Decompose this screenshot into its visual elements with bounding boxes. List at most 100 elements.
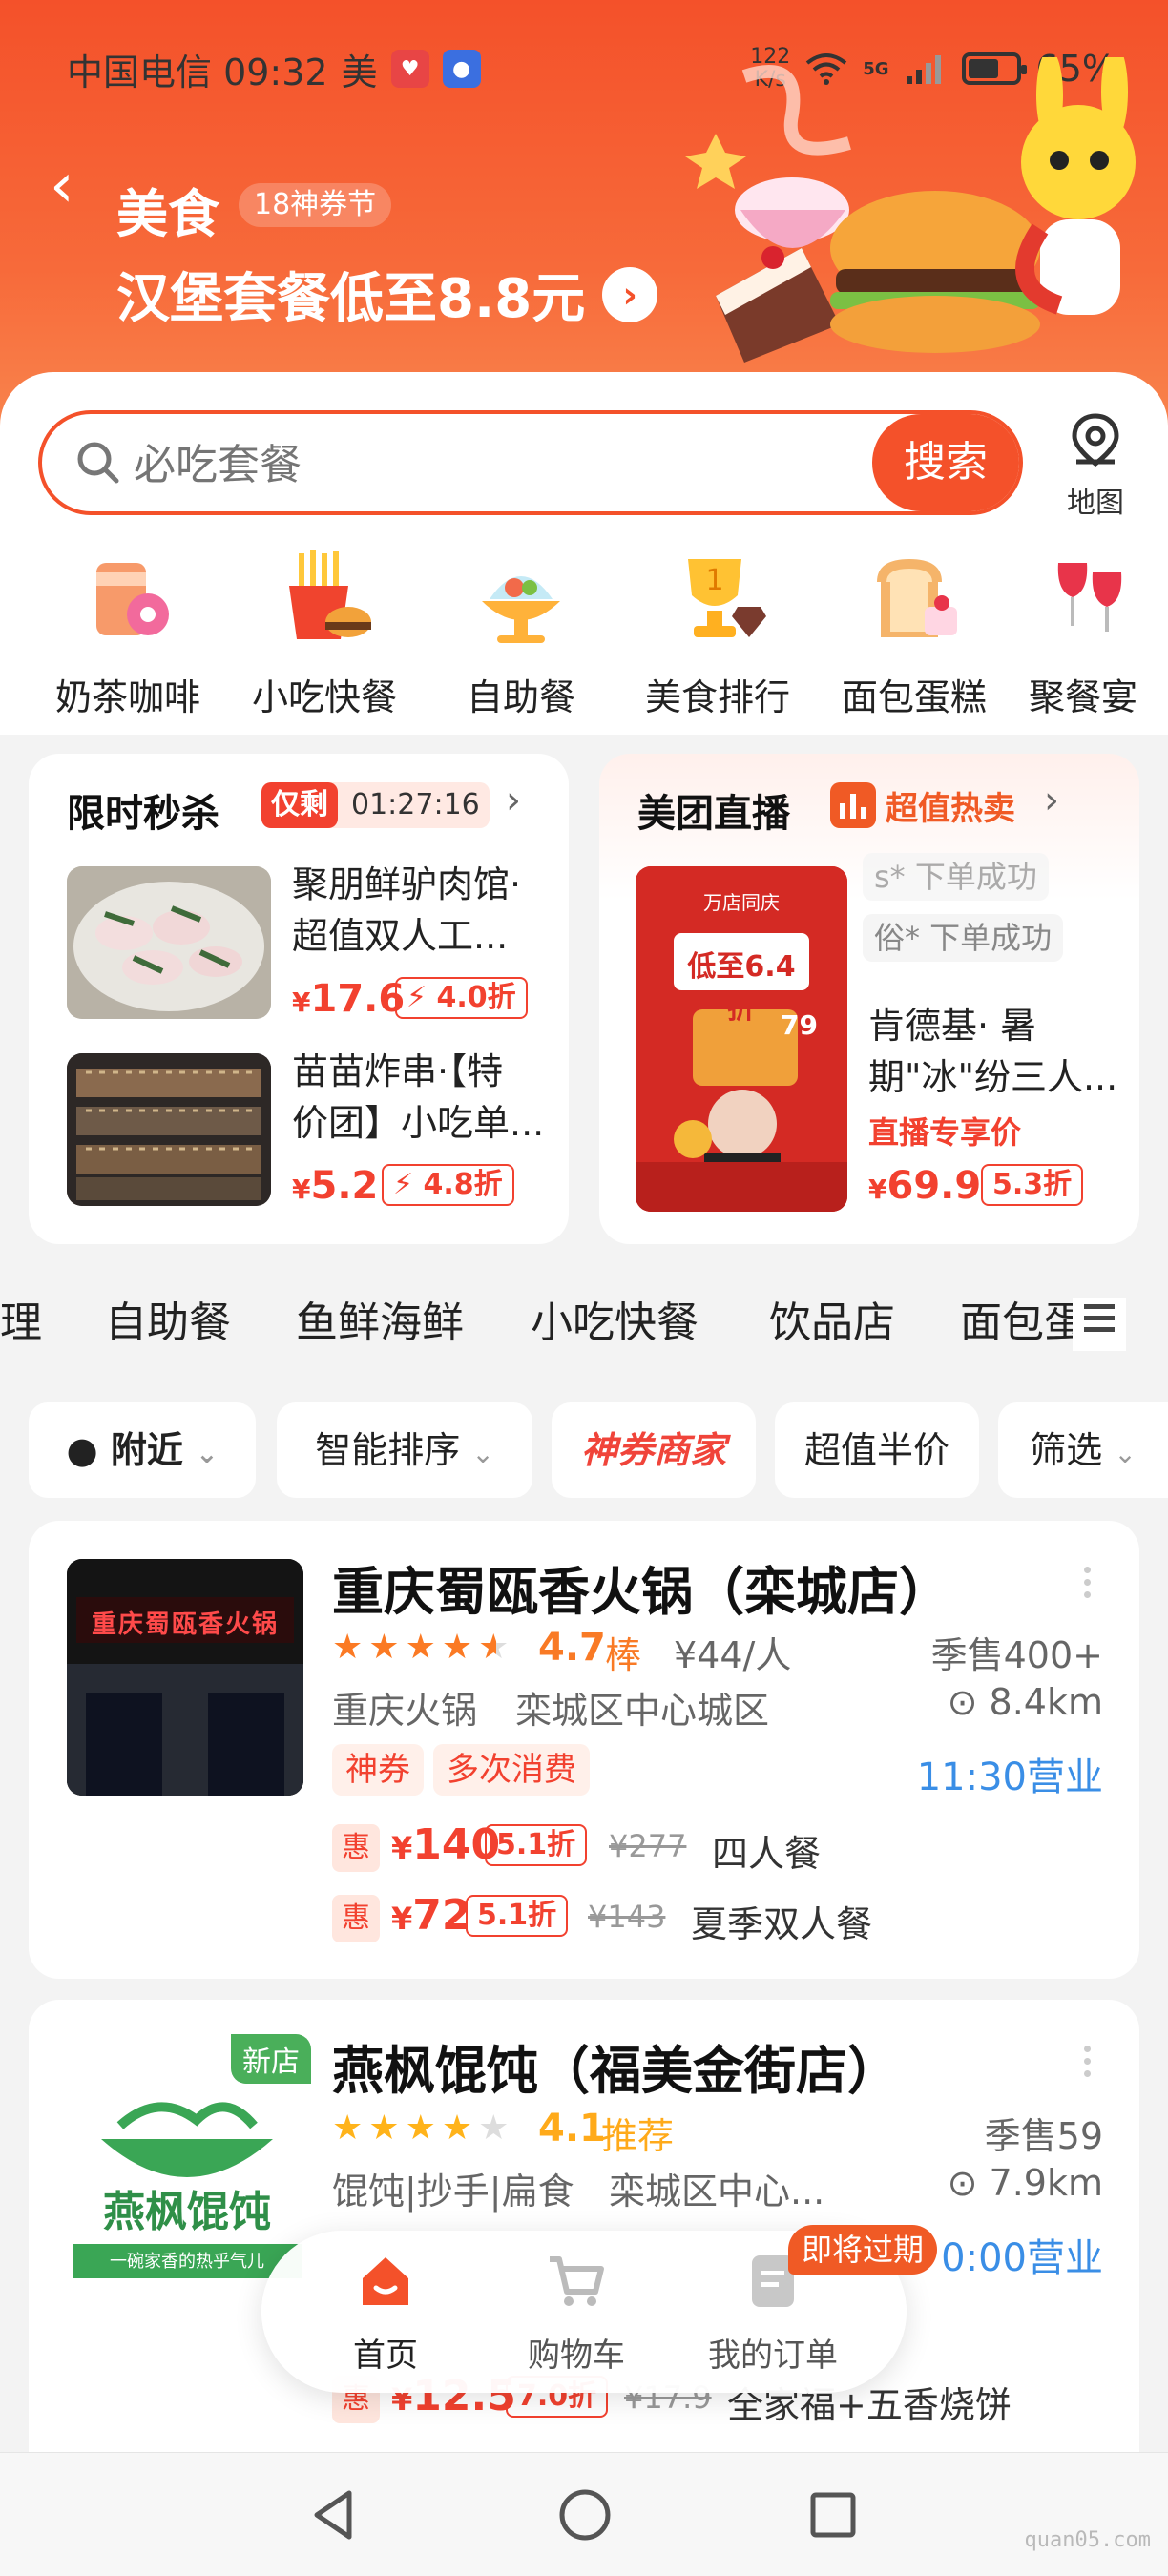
deal-discount: 5.1折 <box>466 1895 569 1937</box>
live-stream-card[interactable]: 美团直播 超值热卖 › 万店同庆 低至6.4折 79 s* 下单成功 俗* 下单… <box>599 754 1139 1244</box>
map-pin-icon <box>1072 413 1119 467</box>
cuisine-type: 重庆火锅 <box>332 1690 478 1732</box>
category-group-dining[interactable]: 聚餐宴 <box>1015 544 1168 720</box>
multi-use-label: 多次消费 <box>433 1744 590 1796</box>
category-label: 小吃快餐 <box>251 676 397 718</box>
menu-icon[interactable] <box>1073 1298 1126 1351</box>
distance: ⊙ 7.9km <box>947 2162 1103 2204</box>
live-title: 美团直播 <box>637 792 790 836</box>
original-price: ¥277 <box>609 1828 687 1864</box>
nav-home-icon[interactable] <box>552 2482 618 2548</box>
heart-app-icon: ♥ <box>390 50 429 88</box>
filter-sort[interactable]: 智能排序 ⌄ <box>277 1402 532 1498</box>
flash-sale-card[interactable]: 限时秒杀 仅剩 01:27:16 › 聚朋鲜驴肉馆· 超值双人工... ¥17.… <box>29 754 569 1244</box>
deal-price: ¥5.2 <box>292 1164 379 1208</box>
burger-mascot-illustration <box>685 57 1136 363</box>
home-icon <box>363 2257 408 2305</box>
opening-hours: 11:30营业 <box>916 1755 1103 1799</box>
shop-photo[interactable]: 重庆蜀瓯香火锅 <box>67 1559 303 1796</box>
poster-price: 79 <box>781 1009 818 1041</box>
tab-seafood[interactable]: 鱼鲜海鲜 <box>296 1288 464 1349</box>
promo-banner-link[interactable]: 汉堡套餐低至8.8元 › <box>116 256 658 333</box>
star-icon: ★ <box>441 2109 473 2148</box>
logo-text: 燕枫馄饨 <box>103 2188 271 2236</box>
expiring-badge: 即将过期 <box>788 2225 938 2275</box>
more-options-icon[interactable] <box>1082 2040 1092 2083</box>
deal-price: ¥72 <box>391 1891 471 1940</box>
chevron-right-icon[interactable]: › <box>506 779 521 822</box>
festival-tag: 18神券节 <box>239 183 392 227</box>
star-icon: ★ <box>368 2109 400 2148</box>
original-price: ¥143 <box>588 1899 666 1935</box>
deal-price: ¥140 <box>391 1820 501 1869</box>
category-label: 奶茶咖啡 <box>54 676 200 718</box>
area-name: 栾城区中心... <box>609 2171 825 2212</box>
live-deal-name[interactable]: 肯德基· 暑 期"冰"纷三人... <box>868 1000 1126 1103</box>
live-price: ¥69.9 <box>868 1164 982 1208</box>
countdown-badge: 仅剩 01:27:16 <box>261 782 490 828</box>
tab-home[interactable]: 首页 <box>300 2250 471 2376</box>
shop-name: 重庆蜀瓯香火锅（栾城店） <box>332 1562 950 1622</box>
flash-sale-title: 限时秒杀 <box>67 792 219 836</box>
fast-food-icon <box>289 550 371 639</box>
live-discount: 5.3折 <box>981 1164 1084 1206</box>
skewer-stall-photo <box>67 1053 271 1206</box>
remaining-label: 仅剩 <box>261 782 338 828</box>
deal-description[interactable]: 四人餐 <box>712 1824 821 1877</box>
shop-card[interactable]: 重庆蜀瓯香火锅 重庆蜀瓯香火锅（栾城店） ★ ★ ★ ★ ★ 4.7 棒 ¥44… <box>29 1521 1139 1979</box>
star-icon: ★ <box>332 1628 364 1667</box>
map-button[interactable]: 地图 <box>1059 412 1132 520</box>
chevron-right-icon: › <box>602 266 658 322</box>
map-label: 地图 <box>1067 487 1124 520</box>
live-bars-icon <box>830 782 876 828</box>
buffet-icon <box>482 576 560 643</box>
tab-snacks[interactable]: 小吃快餐 <box>531 1288 699 1349</box>
nav-recents-icon[interactable] <box>800 2482 866 2548</box>
search-button[interactable]: 搜索 <box>872 414 1019 511</box>
tab-buffet[interactable]: 自助餐 <box>105 1288 231 1349</box>
category-label: 面包蛋糕 <box>841 676 987 718</box>
category-fast-food[interactable]: 小吃快餐 <box>229 544 420 720</box>
filter-half-price[interactable]: 超值半价 <box>775 1402 979 1498</box>
deal-name[interactable]: 苗苗炸串·【特 价团】小吃单... <box>292 1046 550 1149</box>
filter-more[interactable]: 筛选 ⌄ <box>998 1402 1168 1498</box>
deal-name[interactable]: 聚朋鲜驴肉馆· 超值双人工... <box>292 859 550 962</box>
rating-tag: 推荐 <box>601 2115 675 2157</box>
search-bar[interactable]: 搜索 <box>38 410 1023 515</box>
deal-thumbnail[interactable] <box>67 866 271 1019</box>
more-options-icon[interactable] <box>1082 1561 1092 1604</box>
category-buffet[interactable]: 自助餐 <box>426 544 616 720</box>
nav-back-icon[interactable] <box>302 2482 368 2548</box>
page-title: 美食 <box>116 184 219 244</box>
tab-cart[interactable]: 购物车 <box>490 2250 662 2376</box>
chevron-right-icon[interactable]: › <box>1044 779 1059 822</box>
filter-god-coupon[interactable]: 神券商家 <box>552 1402 756 1498</box>
search-input[interactable] <box>134 437 802 492</box>
opening-hours: 0:00营业 <box>941 2236 1103 2280</box>
category-ranking[interactable]: 1 美食排行 <box>622 544 813 720</box>
shop-logo[interactable]: 燕枫馄饨 一碗家香的热乎气儿 新店 <box>63 2034 311 2282</box>
location-pin-icon: ● <box>66 1429 98 1471</box>
star-empty-icon: ★ <box>478 2109 510 2148</box>
chevron-down-icon: ⌄ <box>196 1438 219 1469</box>
live-exclusive-note: 直播专享价 <box>868 1114 1022 1151</box>
category-label: 自助餐 <box>466 676 575 718</box>
category-bakery[interactable]: 面包蛋糕 <box>819 544 1010 720</box>
cart-icon <box>550 2256 604 2306</box>
shop-sign-text: 重庆蜀瓯香火锅 <box>91 1610 279 1639</box>
countdown-timer: 01:27:16 <box>351 788 480 821</box>
live-poster[interactable]: 万店同庆 低至6.4折 79 <box>636 866 847 1212</box>
carrier-time: 中国电信 09:32 <box>67 51 328 93</box>
deal-description[interactable]: 夏季双人餐 <box>691 1895 872 1947</box>
deal-thumbnail[interactable] <box>67 1053 271 1206</box>
tab-drinks[interactable]: 饮品店 <box>769 1288 895 1349</box>
filter-nearby[interactable]: ● 附近 ⌄ <box>29 1402 256 1498</box>
avg-price: ¥44/人 <box>674 1634 792 1676</box>
category-label: 聚餐宴 <box>1029 676 1138 718</box>
area-name: 栾城区中心城区 <box>515 1690 770 1732</box>
back-button[interactable]: ‹ <box>50 153 97 219</box>
rating-score: 4.1 <box>538 2107 606 2150</box>
tab-cuisine[interactable]: 理 <box>0 1288 42 1349</box>
tab-bakery[interactable]: 面包蛋 <box>960 1288 1073 1349</box>
category-milk-tea[interactable]: 奶茶咖啡 <box>32 544 223 720</box>
